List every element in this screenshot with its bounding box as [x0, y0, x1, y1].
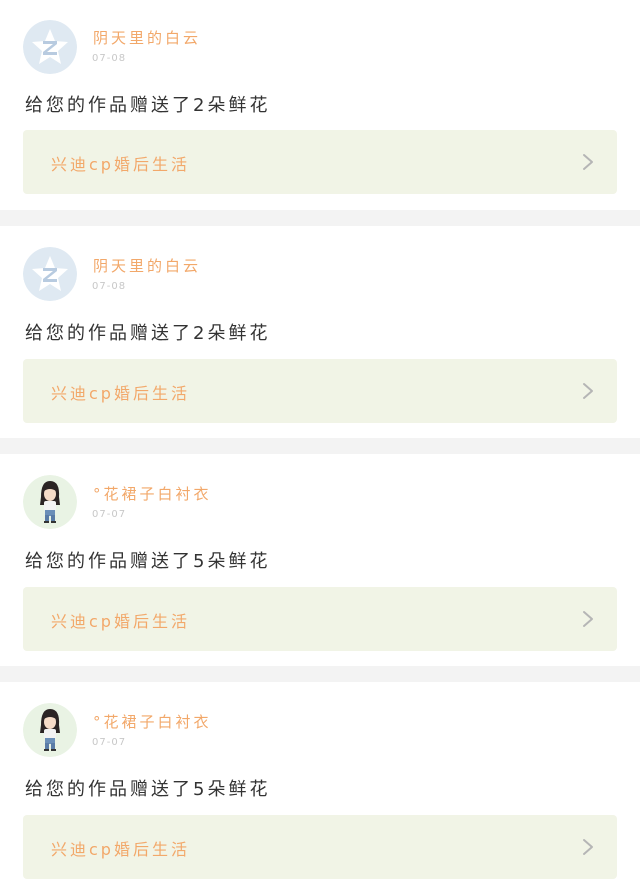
cartoon-girl-avatar[interactable]: [23, 703, 77, 757]
timestamp: 07-07: [92, 737, 127, 748]
gift-message: 给您的作品赠送了5朵鲜花: [25, 551, 271, 572]
work-link-button[interactable]: 兴迪cp婚后生活: [23, 587, 617, 651]
username[interactable]: 阴天里的白云: [93, 255, 201, 276]
work-link-button[interactable]: 兴迪cp婚后生活: [23, 359, 617, 423]
work-title: 兴迪cp婚后生活: [51, 840, 190, 859]
chevron-right-icon: [583, 154, 593, 170]
cartoon-girl-avatar[interactable]: [23, 475, 77, 529]
gift-message: 给您的作品赠送了5朵鲜花: [25, 779, 271, 800]
notification-card: 阴天里的白云 07-08 给您的作品赠送了2朵鲜花 兴迪cp婚后生活: [0, 0, 640, 210]
gift-message: 给您的作品赠送了2朵鲜花: [25, 323, 271, 344]
work-link-button[interactable]: 兴迪cp婚后生活: [23, 815, 617, 879]
qzone-star-icon[interactable]: [23, 247, 77, 301]
username[interactable]: 阴天里的白云: [93, 27, 201, 48]
gift-message: 给您的作品赠送了2朵鲜花: [25, 95, 271, 116]
timestamp: 07-08: [92, 53, 127, 64]
qzone-star-icon[interactable]: [23, 20, 77, 74]
timestamp: 07-08: [92, 281, 127, 292]
notification-card: 阴天里的白云 07-08 给您的作品赠送了2朵鲜花 兴迪cp婚后生活: [0, 226, 640, 438]
notification-card: °花裙子白衬衣 07-07 给您的作品赠送了5朵鲜花 兴迪cp婚后生活: [0, 454, 640, 666]
notification-feed: 阴天里的白云 07-08 给您的作品赠送了2朵鲜花 兴迪cp婚后生活 阴天里的白…: [0, 0, 640, 891]
work-title: 兴迪cp婚后生活: [51, 384, 190, 403]
work-title: 兴迪cp婚后生活: [51, 612, 190, 631]
chevron-right-icon: [583, 383, 593, 399]
work-link-button[interactable]: 兴迪cp婚后生活: [23, 130, 617, 194]
chevron-right-icon: [583, 611, 593, 627]
chevron-right-icon: [583, 839, 593, 855]
username[interactable]: °花裙子白衬衣: [93, 483, 212, 504]
timestamp: 07-07: [92, 509, 127, 520]
notification-card: °花裙子白衬衣 07-07 给您的作品赠送了5朵鲜花 兴迪cp婚后生活: [0, 682, 640, 891]
username[interactable]: °花裙子白衬衣: [93, 711, 212, 732]
work-title: 兴迪cp婚后生活: [51, 155, 190, 174]
